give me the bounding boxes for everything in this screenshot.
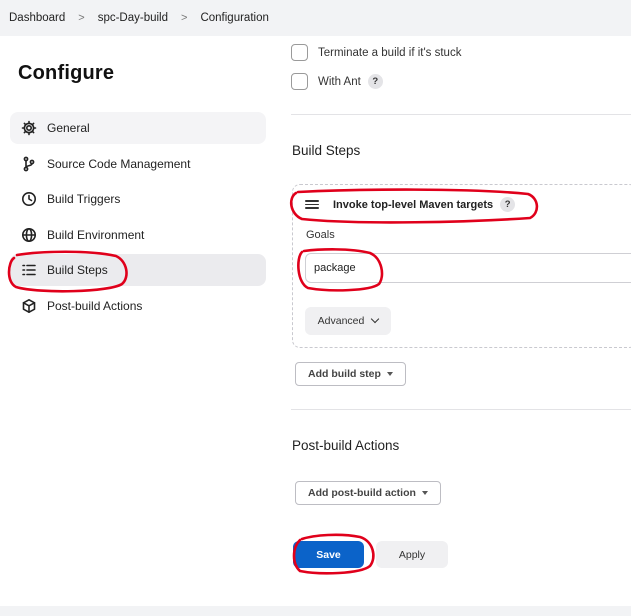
- with-ant-checkbox[interactable]: [291, 73, 308, 90]
- breadcrumb: Dashboard > spc-Day-build > Configuratio…: [0, 0, 631, 36]
- terminate-stuck-checkbox[interactable]: [291, 44, 308, 61]
- apply-button[interactable]: Apply: [376, 541, 448, 568]
- breadcrumb-separator: >: [78, 12, 85, 24]
- breadcrumb-separator: >: [181, 12, 188, 24]
- section-divider: [291, 409, 631, 410]
- config-sidebar: General Source Code Management Build Tri…: [10, 112, 266, 326]
- breadcrumb-dashboard[interactable]: Dashboard: [9, 12, 65, 24]
- build-step-header: Invoke top-level Maven targets ?: [305, 197, 516, 212]
- post-build-heading: Post-build Actions: [292, 438, 400, 453]
- sidebar-item-post-build-actions[interactable]: Post-build Actions: [10, 290, 266, 322]
- gear-icon: [20, 120, 37, 137]
- branch-icon: [20, 155, 37, 172]
- with-ant-option[interactable]: With Ant ?: [291, 73, 383, 90]
- sidebar-item-general[interactable]: General: [10, 112, 266, 144]
- sidebar-item-label: Build Steps: [47, 263, 108, 278]
- breadcrumb-configuration[interactable]: Configuration: [200, 12, 268, 24]
- add-build-step-button[interactable]: Add build step: [295, 362, 406, 386]
- advanced-label: Advanced: [317, 315, 365, 327]
- advanced-button[interactable]: Advanced: [305, 307, 391, 335]
- page-title: Configure: [18, 62, 115, 84]
- terminate-stuck-label: Terminate a build if it's stuck: [318, 46, 462, 59]
- breadcrumb-job[interactable]: spc-Day-build: [98, 12, 168, 24]
- drag-handle-icon[interactable]: [305, 198, 319, 212]
- goals-label: Goals: [306, 229, 335, 241]
- caret-down-icon: [386, 372, 393, 376]
- goals-input[interactable]: [305, 253, 631, 283]
- caret-down-icon: [421, 491, 428, 495]
- sidebar-item-label: Build Triggers: [47, 192, 121, 207]
- build-step-title: Invoke top-level Maven targets: [333, 198, 494, 211]
- section-divider: [291, 114, 631, 115]
- footer-bar: [0, 606, 631, 616]
- with-ant-label: With Ant: [318, 75, 361, 88]
- help-icon[interactable]: ?: [500, 197, 516, 212]
- add-build-step-label: Add build step: [308, 368, 381, 380]
- terminate-stuck-option[interactable]: Terminate a build if it's stuck: [291, 44, 461, 61]
- sidebar-item-label: General: [47, 121, 90, 135]
- maven-build-step: Invoke top-level Maven targets ? Goals A…: [292, 184, 631, 348]
- sidebar-item-label: Source Code Management: [47, 156, 191, 171]
- help-icon[interactable]: ?: [367, 74, 383, 89]
- sidebar-item-source-code-management[interactable]: Source Code Management: [10, 148, 266, 180]
- config-main: Terminate a build if it's stuck With Ant…: [277, 36, 631, 616]
- save-button[interactable]: Save: [293, 541, 364, 568]
- clock-icon: [20, 191, 37, 208]
- globe-icon: [20, 226, 37, 243]
- add-post-build-action-button[interactable]: Add post-build action: [295, 481, 441, 505]
- sidebar-item-label: Build Environment: [47, 227, 145, 242]
- list-icon: [20, 262, 37, 279]
- cube-icon: [20, 297, 37, 314]
- build-steps-heading: Build Steps: [292, 143, 361, 158]
- sidebar-item-label: Post-build Actions: [47, 298, 143, 313]
- sidebar-item-build-environment[interactable]: Build Environment: [10, 219, 266, 251]
- sidebar-item-build-triggers[interactable]: Build Triggers: [10, 183, 266, 215]
- sidebar-item-build-steps[interactable]: Build Steps: [10, 254, 266, 287]
- add-post-build-action-label: Add post-build action: [308, 487, 416, 499]
- chevron-down-icon: [371, 314, 380, 324]
